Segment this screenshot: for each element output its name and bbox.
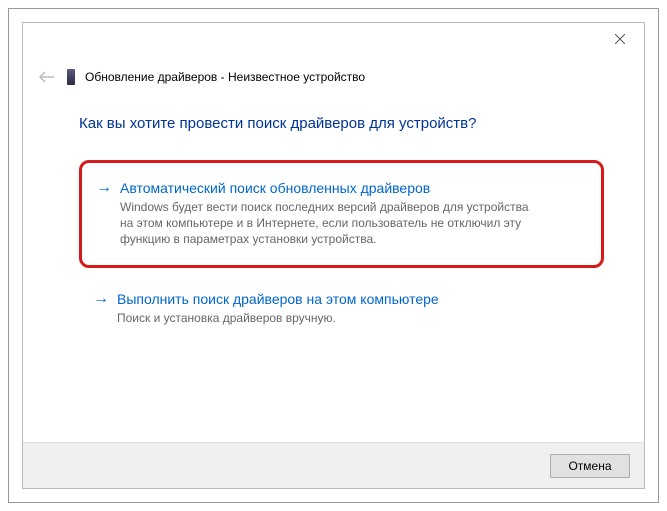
arrow-right-icon: → [96, 179, 112, 197]
arrow-right-icon: → [93, 290, 109, 308]
option-head: → Выполнить поиск драйверов на этом комп… [93, 290, 590, 308]
question-heading: Как вы хотите провести поиск драйверов д… [79, 115, 604, 132]
back-button[interactable] [37, 67, 57, 87]
option-description: Поиск и установка драйверов вручную. [117, 310, 537, 326]
arrow-left-icon [39, 71, 55, 83]
dialog-footer: Отмена [23, 442, 644, 488]
dialog-window: Обновление драйверов - Неизвестное устро… [22, 22, 645, 489]
dialog-header: Обновление драйверов - Неизвестное устро… [37, 67, 365, 87]
close-icon [615, 34, 625, 44]
device-icon [67, 69, 75, 85]
dialog-content: Как вы хотите провести поиск драйверов д… [79, 115, 604, 350]
option-manual-search[interactable]: → Выполнить поиск драйверов на этом комп… [79, 278, 604, 340]
option-auto-search[interactable]: → Автоматический поиск обновленных драйв… [79, 160, 604, 268]
dialog-title: Обновление драйверов - Неизвестное устро… [85, 70, 365, 84]
option-title: Выполнить поиск драйверов на этом компью… [117, 290, 439, 308]
option-title: Автоматический поиск обновленных драйвер… [120, 179, 430, 197]
option-head: → Автоматический поиск обновленных драйв… [96, 179, 587, 197]
option-description: Windows будет вести поиск последних верс… [120, 199, 540, 247]
close-button[interactable] [606, 29, 634, 49]
cancel-button[interactable]: Отмена [550, 454, 630, 478]
